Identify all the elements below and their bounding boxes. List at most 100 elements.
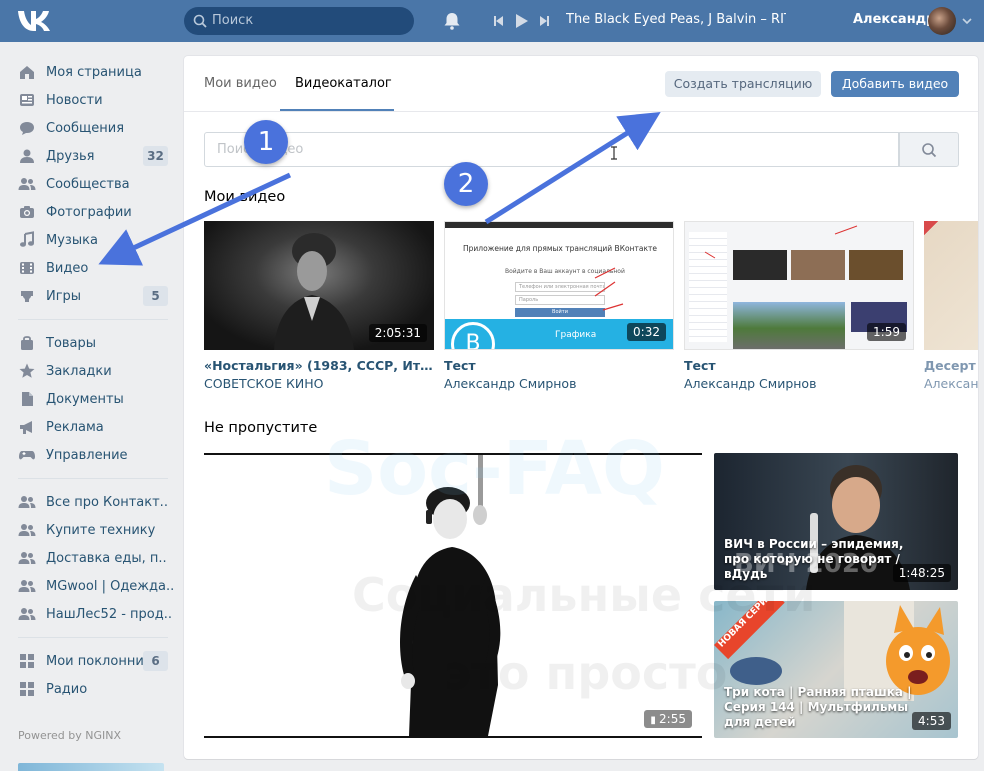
avatar[interactable]: [928, 7, 956, 35]
sidebar-item-label: Сообщения: [46, 120, 125, 136]
top-header: Поиск The Black Eyed Peas, J Balvin – RI…: [0, 0, 984, 42]
sidebar-item[interactable]: Видео: [0, 254, 180, 282]
bag-icon: [18, 334, 36, 352]
video-author[interactable]: Александ: [924, 376, 978, 391]
sidebar-item-label: НашЛес52 - прод..: [46, 606, 173, 622]
video-card[interactable]: 2:05:31 «Ностальгия» (1983, СССР, Италия…: [204, 221, 434, 391]
play-icon[interactable]: [516, 14, 528, 28]
left-sidebar: Моя страница Новости Сообщения Друзья 32 Сооб…: [0, 58, 180, 703]
chevron-down-icon[interactable]: [962, 17, 972, 25]
video-author[interactable]: Александр Смирнов: [684, 376, 914, 391]
sidebar-item[interactable]: Игры 5: [0, 282, 180, 310]
tab-video-catalog[interactable]: Видеокаталог: [295, 76, 392, 91]
sidebar-item[interactable]: Моя страница: [0, 58, 180, 86]
video-search-button[interactable]: [899, 132, 959, 167]
video-title[interactable]: Десерт с: [924, 358, 978, 373]
video-author[interactable]: СОВЕТСКОЕ КИНО: [204, 376, 434, 391]
sidebar-banner[interactable]: [18, 763, 164, 771]
video-title[interactable]: «Ностальгия» (1983, СССР, Италия) - ...: [204, 358, 434, 373]
sidebar-item[interactable]: Доставка еды, п..: [0, 544, 180, 572]
camera-icon: [18, 203, 36, 221]
video-card[interactable]: Приложение для прямых трансляций ВКонтак…: [444, 221, 674, 391]
sidebar-item[interactable]: Мои поклонники 6: [0, 647, 180, 675]
sidebar-item[interactable]: Реклама: [0, 413, 180, 441]
video-thumbnail[interactable]: 1:59: [684, 221, 914, 350]
video-title[interactable]: Тест: [684, 358, 914, 373]
sidebar-item[interactable]: Радио: [0, 675, 180, 703]
create-stream-button[interactable]: Создать трансляцию: [665, 71, 821, 97]
apps-icon: [18, 652, 36, 670]
video-duration: 1:48:25: [892, 564, 951, 582]
thumb-footer-text: Графика: [555, 330, 597, 340]
video-thumbnail[interactable]: [924, 221, 978, 350]
sidebar-item-label: Товары: [46, 335, 97, 351]
video-thumbnail[interactable]: 2:05:31: [204, 221, 434, 350]
star-icon: [18, 362, 36, 380]
document-icon: [18, 390, 36, 408]
powered-by-text: Powered by NGINX: [18, 729, 122, 742]
header-search[interactable]: Поиск: [184, 7, 414, 35]
now-playing-track[interactable]: The Black Eyed Peas, J Balvin – RIT...: [566, 12, 786, 27]
sidebar-item-label: Музыка: [46, 232, 98, 248]
sidebar-item-label: Фотографии: [46, 204, 132, 220]
sidebar-item-label: Сообщества: [46, 176, 130, 192]
recommended-video[interactable]: НОВАЯ СЕРИЯ Три кота | Ранняя пташка | С…: [714, 601, 958, 738]
featured-video-duration: ▮ 2:55: [644, 710, 692, 728]
sidebar-item[interactable]: НашЛес52 - прод..: [0, 600, 180, 628]
search-icon: [922, 142, 937, 157]
sidebar-item[interactable]: Купите технику: [0, 516, 180, 544]
sidebar-item-label: Моя страница: [46, 64, 142, 80]
video-title[interactable]: Тест: [444, 358, 674, 373]
video-duration: 1:59: [867, 323, 906, 341]
video-author[interactable]: Александр Смирнов: [444, 376, 674, 391]
sidebar-item-label: MGwool | Одежда..: [46, 578, 175, 594]
video-tabs-bar: Мои видео Видеокаталог Создать трансляци…: [184, 56, 978, 112]
tab-my-videos[interactable]: Мои видео: [204, 76, 277, 91]
video-thumbnail[interactable]: Приложение для прямых трансляций ВКонтак…: [444, 221, 674, 350]
video-card[interactable]: 1:59 Тест Александр Смирнов: [684, 221, 914, 391]
sidebar-item[interactable]: Документы: [0, 385, 180, 413]
group-icon: [18, 549, 36, 567]
text-cursor-icon: [611, 146, 617, 160]
equalizer-icon: ▮: [650, 715, 660, 726]
music-icon: [18, 231, 36, 249]
sidebar-item-label: Реклама: [46, 419, 104, 435]
group-icon: [18, 577, 36, 595]
sidebar-item-label: Купите технику: [46, 522, 156, 538]
previous-track-icon[interactable]: [494, 16, 503, 26]
sidebar-item[interactable]: Новости: [0, 86, 180, 114]
video-search-input[interactable]: [204, 132, 899, 167]
sidebar-item[interactable]: Друзья 32: [0, 142, 180, 170]
add-video-button[interactable]: Добавить видео: [831, 71, 959, 97]
sidebar-item[interactable]: MGwool | Одежда..: [0, 572, 180, 600]
sidebar-item-label: Документы: [46, 391, 124, 407]
sidebar-item[interactable]: Управление: [0, 441, 180, 469]
messages-icon: [18, 119, 36, 137]
sidebar-item[interactable]: Товары: [0, 329, 180, 357]
sidebar-item-label: Видео: [46, 260, 89, 276]
sidebar-item[interactable]: Сообщения: [0, 114, 180, 142]
sidebar-item[interactable]: Закладки: [0, 357, 180, 385]
active-tab-underline: [280, 109, 394, 111]
video-card[interactable]: Десерт с Александ: [924, 221, 978, 391]
recommended-video-title[interactable]: Три кота | Ранняя пташка | Серия 144 | М…: [724, 685, 914, 730]
user-name[interactable]: Александр: [853, 12, 936, 27]
sidebar-item[interactable]: Музыка: [0, 226, 180, 254]
sidebar-item[interactable]: Сообщества: [0, 170, 180, 198]
sidebar-item-label: Закладки: [46, 363, 112, 379]
next-track-icon[interactable]: [540, 16, 549, 26]
recommended-video-title[interactable]: ВИЧ в России – эпидемия, про которую не …: [724, 537, 914, 582]
sidebar-item[interactable]: Фотографии: [0, 198, 180, 226]
recommended-video[interactable]: ВИЧ 2020 ВИЧ в России – эпидемия, про ко…: [714, 453, 958, 590]
notifications-bell-icon[interactable]: [442, 11, 462, 31]
header-search-placeholder: Поиск: [212, 13, 254, 28]
video-duration: 0:32: [627, 323, 666, 341]
sidebar-divider: [18, 319, 168, 320]
sidebar-item-label: Друзья: [46, 148, 95, 164]
megaphone-icon: [18, 418, 36, 436]
featured-video-player[interactable]: ▮ 2:55: [204, 453, 702, 738]
video-duration: 2:05:31: [368, 324, 427, 342]
news-icon: [18, 91, 36, 109]
sidebar-item[interactable]: Все про Контакт..: [0, 488, 180, 516]
vk-logo-icon[interactable]: [16, 8, 50, 34]
